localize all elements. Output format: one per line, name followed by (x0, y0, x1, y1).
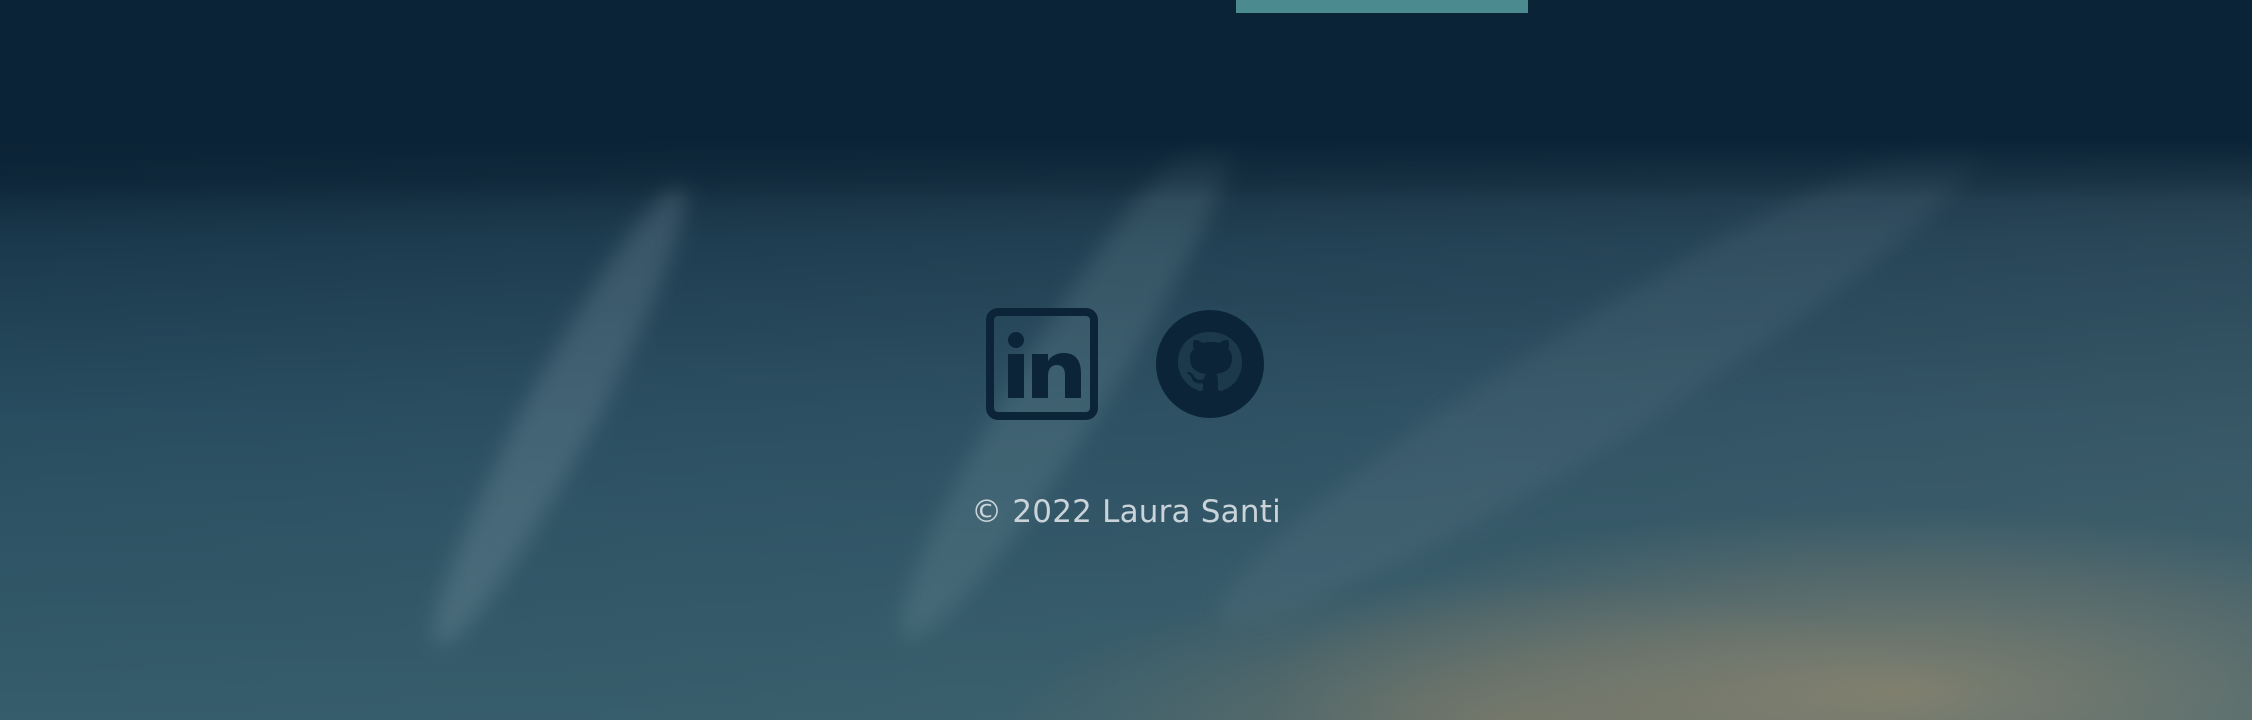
surf-wave (407, 169, 713, 661)
page: © 2022 Laura Santi (0, 0, 2252, 720)
social-links (986, 308, 1266, 420)
top-accent-button[interactable] (1236, 0, 1528, 13)
github-link[interactable] (1154, 308, 1266, 420)
github-icon (1156, 310, 1264, 418)
linkedin-icon (986, 308, 1098, 420)
linkedin-link[interactable] (986, 308, 1098, 420)
section-divider-shade (0, 0, 2252, 200)
copyright-text: © 2022 Laura Santi (971, 494, 1281, 530)
